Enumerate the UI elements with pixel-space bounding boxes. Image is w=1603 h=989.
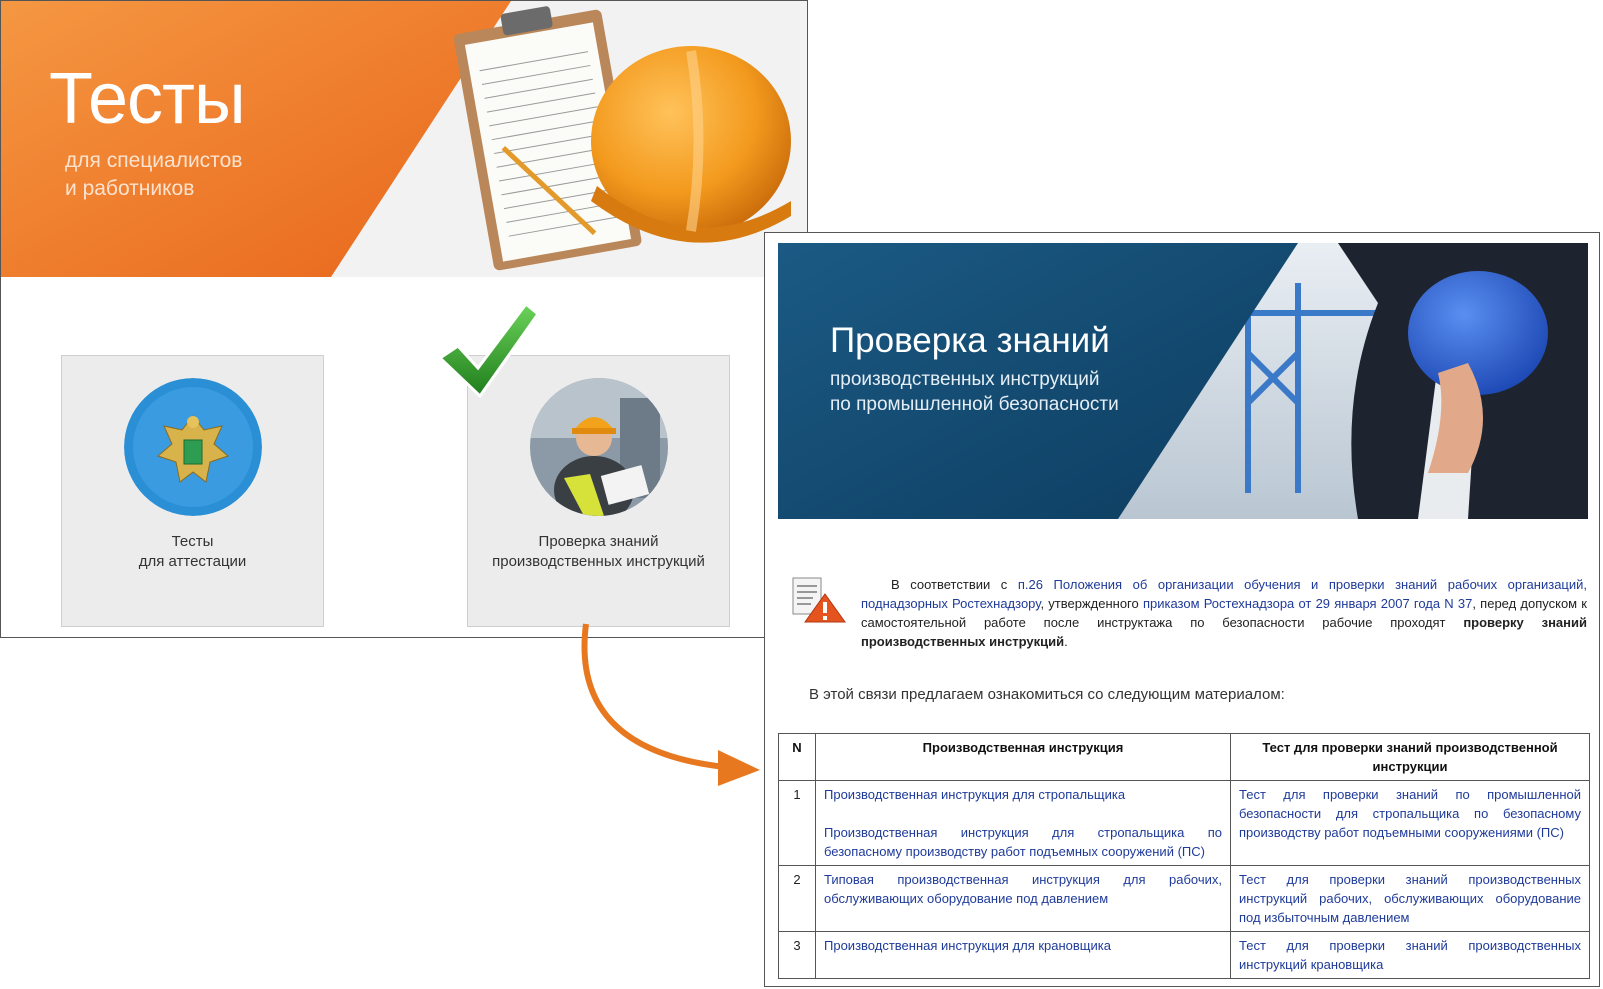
regulation-notice: В соответствии с п.26 Положения об орган… xyxy=(861,575,1587,651)
emblem-icon xyxy=(124,378,262,516)
column-header: Производственная инструкция xyxy=(815,733,1231,781)
tests-page: Тесты для специалистов и работников Тест… xyxy=(0,0,808,638)
tile-label-line: Тесты xyxy=(171,533,214,550)
table-header-row: N Производственная инструкция Тест для п… xyxy=(778,733,1590,781)
test-cell: Тест для проверки знаний по промышленной… xyxy=(1230,780,1590,866)
banner-title: Проверка знаний xyxy=(830,321,1110,360)
instructions-table: N Производственная инструкция Тест для п… xyxy=(778,733,1590,979)
column-header: Тест для проверки знаний производственно… xyxy=(1230,733,1590,781)
arrow-icon xyxy=(581,623,760,786)
regulation-point-link[interactable]: п.26 xyxy=(1018,577,1043,592)
table-row: 1 Производственная инструкция для стропа… xyxy=(778,780,1590,866)
notice-text: , утвержденного xyxy=(1040,596,1143,611)
page-subtitle: для специалистов и работников xyxy=(65,147,325,203)
hero-illustration xyxy=(1,1,807,277)
knowledge-check-banner: Проверка знаний производственных инструк… xyxy=(778,243,1588,519)
checkmark-icon xyxy=(440,301,540,399)
instruction-cell: Производственная инструкция для стропаль… xyxy=(815,780,1231,866)
tile-label-line: Проверка знаний xyxy=(538,533,659,550)
row-number: 2 xyxy=(778,865,816,932)
test-cell: Тест для проверки знаний производственны… xyxy=(1230,931,1590,979)
tile-label: Тесты для аттестации xyxy=(62,532,323,572)
test-link[interactable]: Тест для проверки знаний производственны… xyxy=(1239,870,1581,927)
table-row: 3 Производственная инструкция для кранов… xyxy=(778,931,1590,979)
subtitle-line: по промышленной безопасности xyxy=(830,394,1119,415)
intro-text: В этой связи предлагаем ознакомиться со … xyxy=(809,686,1285,703)
subtitle-line: производственных инструкций xyxy=(830,369,1100,390)
subtitle-line: для специалистов xyxy=(65,149,243,172)
warning-document-icon xyxy=(792,577,846,623)
row-number: 3 xyxy=(778,931,816,979)
instruction-cell: Типовая производственная инструкция для … xyxy=(815,865,1231,932)
test-link[interactable]: Тест для проверки знаний производственны… xyxy=(1239,936,1581,974)
instructions-page: Проверка знаний производственных инструк… xyxy=(764,232,1600,987)
worker-photo xyxy=(530,378,668,516)
notice-text: В соответствии с xyxy=(891,577,1018,592)
tile-label-line: производственных инструкций xyxy=(492,553,705,570)
tile-label: Проверка знаний производственных инструк… xyxy=(468,532,729,572)
instruction-link[interactable]: Производственная инструкция для стропаль… xyxy=(824,823,1222,861)
test-cell: Тест для проверки знаний производственны… xyxy=(1230,865,1590,932)
tests-hero-banner: Тесты для специалистов и работников xyxy=(1,1,807,277)
subtitle-line: и работников xyxy=(65,177,195,200)
instruction-link[interactable]: Производственная инструкция для стропаль… xyxy=(824,785,1222,804)
instruction-link[interactable]: Производственная инструкция для крановщи… xyxy=(824,936,1222,955)
notice-text: . xyxy=(1064,634,1068,649)
column-header: N xyxy=(778,733,816,781)
page-title: Тесты xyxy=(49,59,246,139)
table-row: 2 Типовая производственная инструкция дл… xyxy=(778,865,1590,932)
instruction-cell: Производственная инструкция для крановщи… xyxy=(815,931,1231,979)
tile-label-line: для аттестации xyxy=(138,553,247,570)
attestation-tests-tile[interactable]: Тесты для аттестации xyxy=(61,355,324,627)
row-number: 1 xyxy=(778,780,816,866)
instruction-link[interactable]: Типовая производственная инструкция для … xyxy=(824,870,1222,908)
test-link[interactable]: Тест для проверки знаний по промышленной… xyxy=(1239,785,1581,842)
order-link[interactable]: приказом Ростехнадзора от 29 января 2007… xyxy=(1143,596,1472,611)
banner-subtitle: производственных инструкций по промышлен… xyxy=(830,367,1190,417)
